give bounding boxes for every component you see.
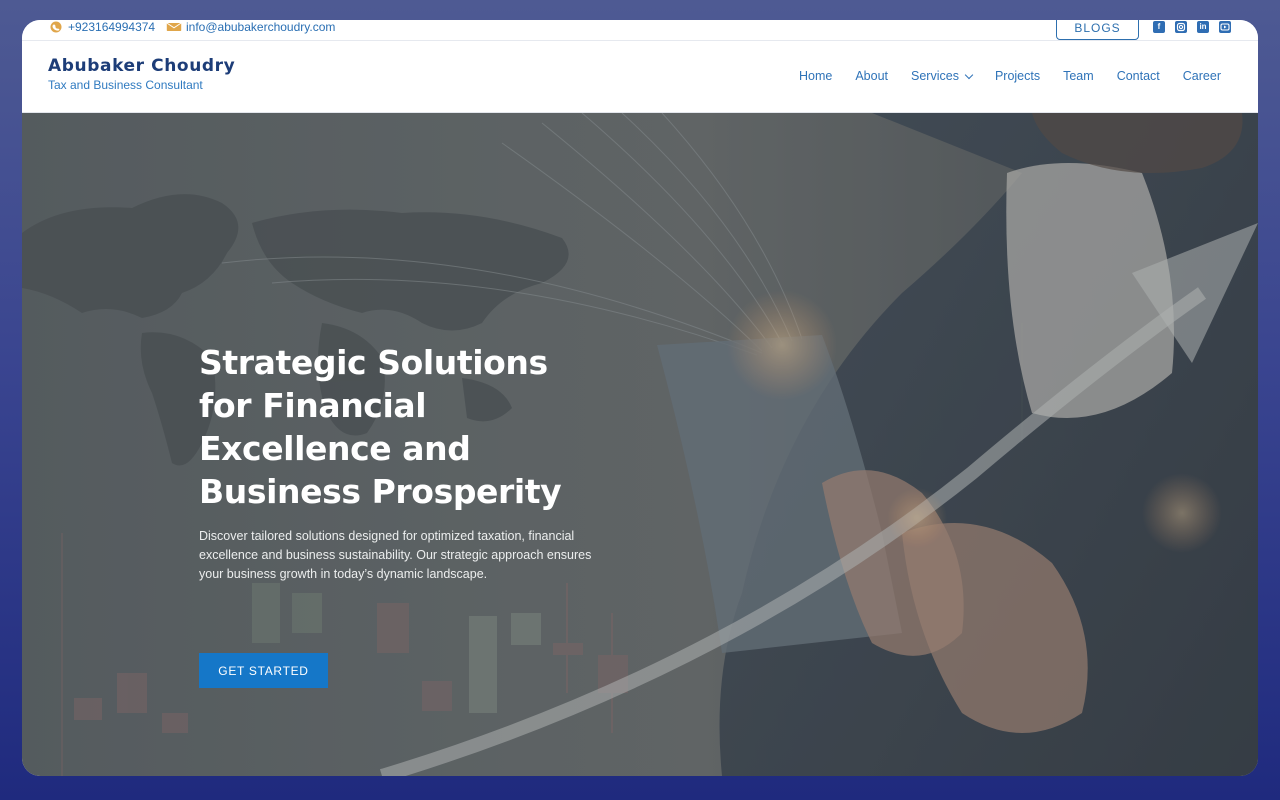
top-contact-bar: +923164994374 info@abubakerchoudry.com B…	[22, 20, 1258, 41]
nav-services[interactable]: Services	[911, 69, 974, 83]
linkedin-icon[interactable]: in	[1197, 21, 1209, 33]
phone-number: +923164994374	[68, 20, 156, 34]
hero-title: Strategic Solutions for Financial Excell…	[199, 343, 562, 511]
nav-projects-label: Projects	[994, 69, 1041, 83]
nav-contact-label: Contact	[1116, 69, 1160, 83]
social-links: f in	[1153, 21, 1231, 33]
hero-description: Discover tailored solutions designed for…	[199, 529, 592, 581]
nav-contact[interactable]: Contact	[1117, 69, 1160, 83]
nav-career[interactable]: Career	[1183, 69, 1221, 83]
nav-career-label: Career	[1182, 69, 1221, 83]
hero-section: Strategic Solutions for Financial Excell…	[22, 113, 1258, 776]
site-tagline: Tax and Business Consultant	[48, 78, 203, 92]
phone-icon	[50, 21, 62, 33]
nav-home[interactable]: Home	[799, 69, 832, 83]
nav-team-label: Team	[1063, 69, 1094, 83]
get-started-button[interactable]: GET STARTED	[199, 653, 328, 688]
phone-link[interactable]: +923164994374	[48, 20, 155, 34]
nav-about-label: About	[855, 69, 889, 83]
main-navigation: Home About Services Projects Team Contac…	[799, 69, 1221, 83]
browser-viewport: +923164994374 info@abubakerchoudry.com B…	[22, 20, 1258, 776]
nav-team[interactable]: Team	[1063, 69, 1094, 83]
envelope-icon	[166, 22, 182, 31]
nav-home-label: Home	[799, 69, 833, 83]
nav-about[interactable]: About	[855, 69, 888, 83]
email-link[interactable]: info@abubakerchoudry.com	[166, 20, 335, 34]
instagram-icon[interactable]	[1175, 21, 1187, 33]
site-logo-name[interactable]: Abubaker Choudry	[48, 56, 235, 76]
nav-projects[interactable]: Projects	[995, 69, 1040, 83]
blogs-button[interactable]: BLOGS	[1056, 20, 1139, 40]
facebook-icon[interactable]: f	[1153, 21, 1165, 33]
nav-services-label: Services	[911, 69, 959, 83]
youtube-icon[interactable]	[1219, 21, 1231, 33]
site-header: Abubaker Choudry Tax and Business Consul…	[22, 41, 1258, 113]
chevron-down-icon	[964, 70, 974, 79]
email-address: info@abubakerchoudry.com	[186, 20, 336, 34]
